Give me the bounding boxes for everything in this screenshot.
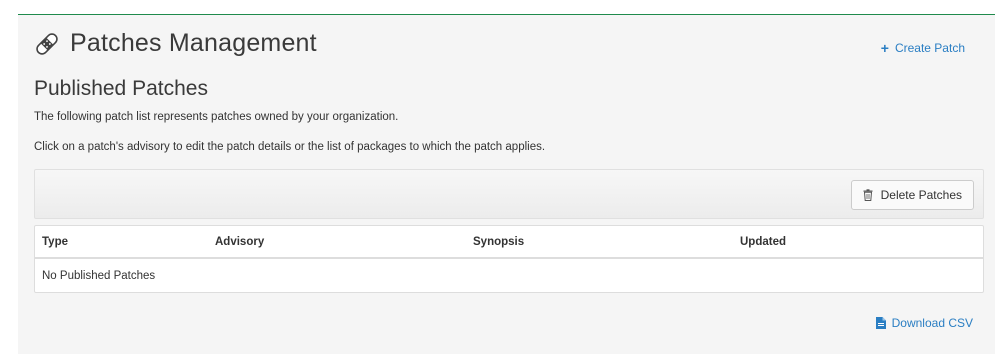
download-csv-link[interactable]: Download CSV bbox=[875, 316, 973, 330]
page-title-text: Patches Management bbox=[70, 29, 317, 57]
create-patch-link[interactable]: + Create Patch bbox=[881, 41, 965, 55]
plus-icon: + bbox=[880, 40, 889, 56]
page-title: Patches Management bbox=[34, 29, 317, 58]
column-header-advisory[interactable]: Advisory bbox=[215, 236, 264, 248]
section-description: The following patch list represents patc… bbox=[34, 111, 399, 123]
download-csv-label: Download CSV bbox=[891, 316, 973, 330]
file-csv-icon bbox=[875, 317, 886, 329]
trash-icon bbox=[863, 189, 873, 201]
empty-message: No Published Patches bbox=[42, 270, 156, 282]
create-patch-label: Create Patch bbox=[894, 41, 965, 55]
table-empty-row: No Published Patches bbox=[35, 259, 983, 292]
column-header-updated[interactable]: Updated bbox=[740, 236, 786, 248]
table-header: Type Advisory Synopsis Updated bbox=[35, 226, 983, 259]
delete-patches-button[interactable]: Delete Patches bbox=[850, 180, 974, 210]
section-title: Published Patches bbox=[34, 77, 208, 100]
table-toolbar: Delete Patches bbox=[34, 169, 984, 219]
column-header-synopsis[interactable]: Synopsis bbox=[473, 236, 524, 248]
patch-bandage-icon bbox=[34, 31, 60, 57]
content-panel: Patches Management + Create Patch Publis… bbox=[18, 14, 995, 354]
delete-patches-label: Delete Patches bbox=[880, 188, 962, 202]
section-instructions: Click on a patch's advisory to edit the … bbox=[34, 141, 546, 153]
patches-table: Type Advisory Synopsis Updated No Publis… bbox=[34, 225, 984, 293]
column-header-type[interactable]: Type bbox=[42, 236, 68, 248]
